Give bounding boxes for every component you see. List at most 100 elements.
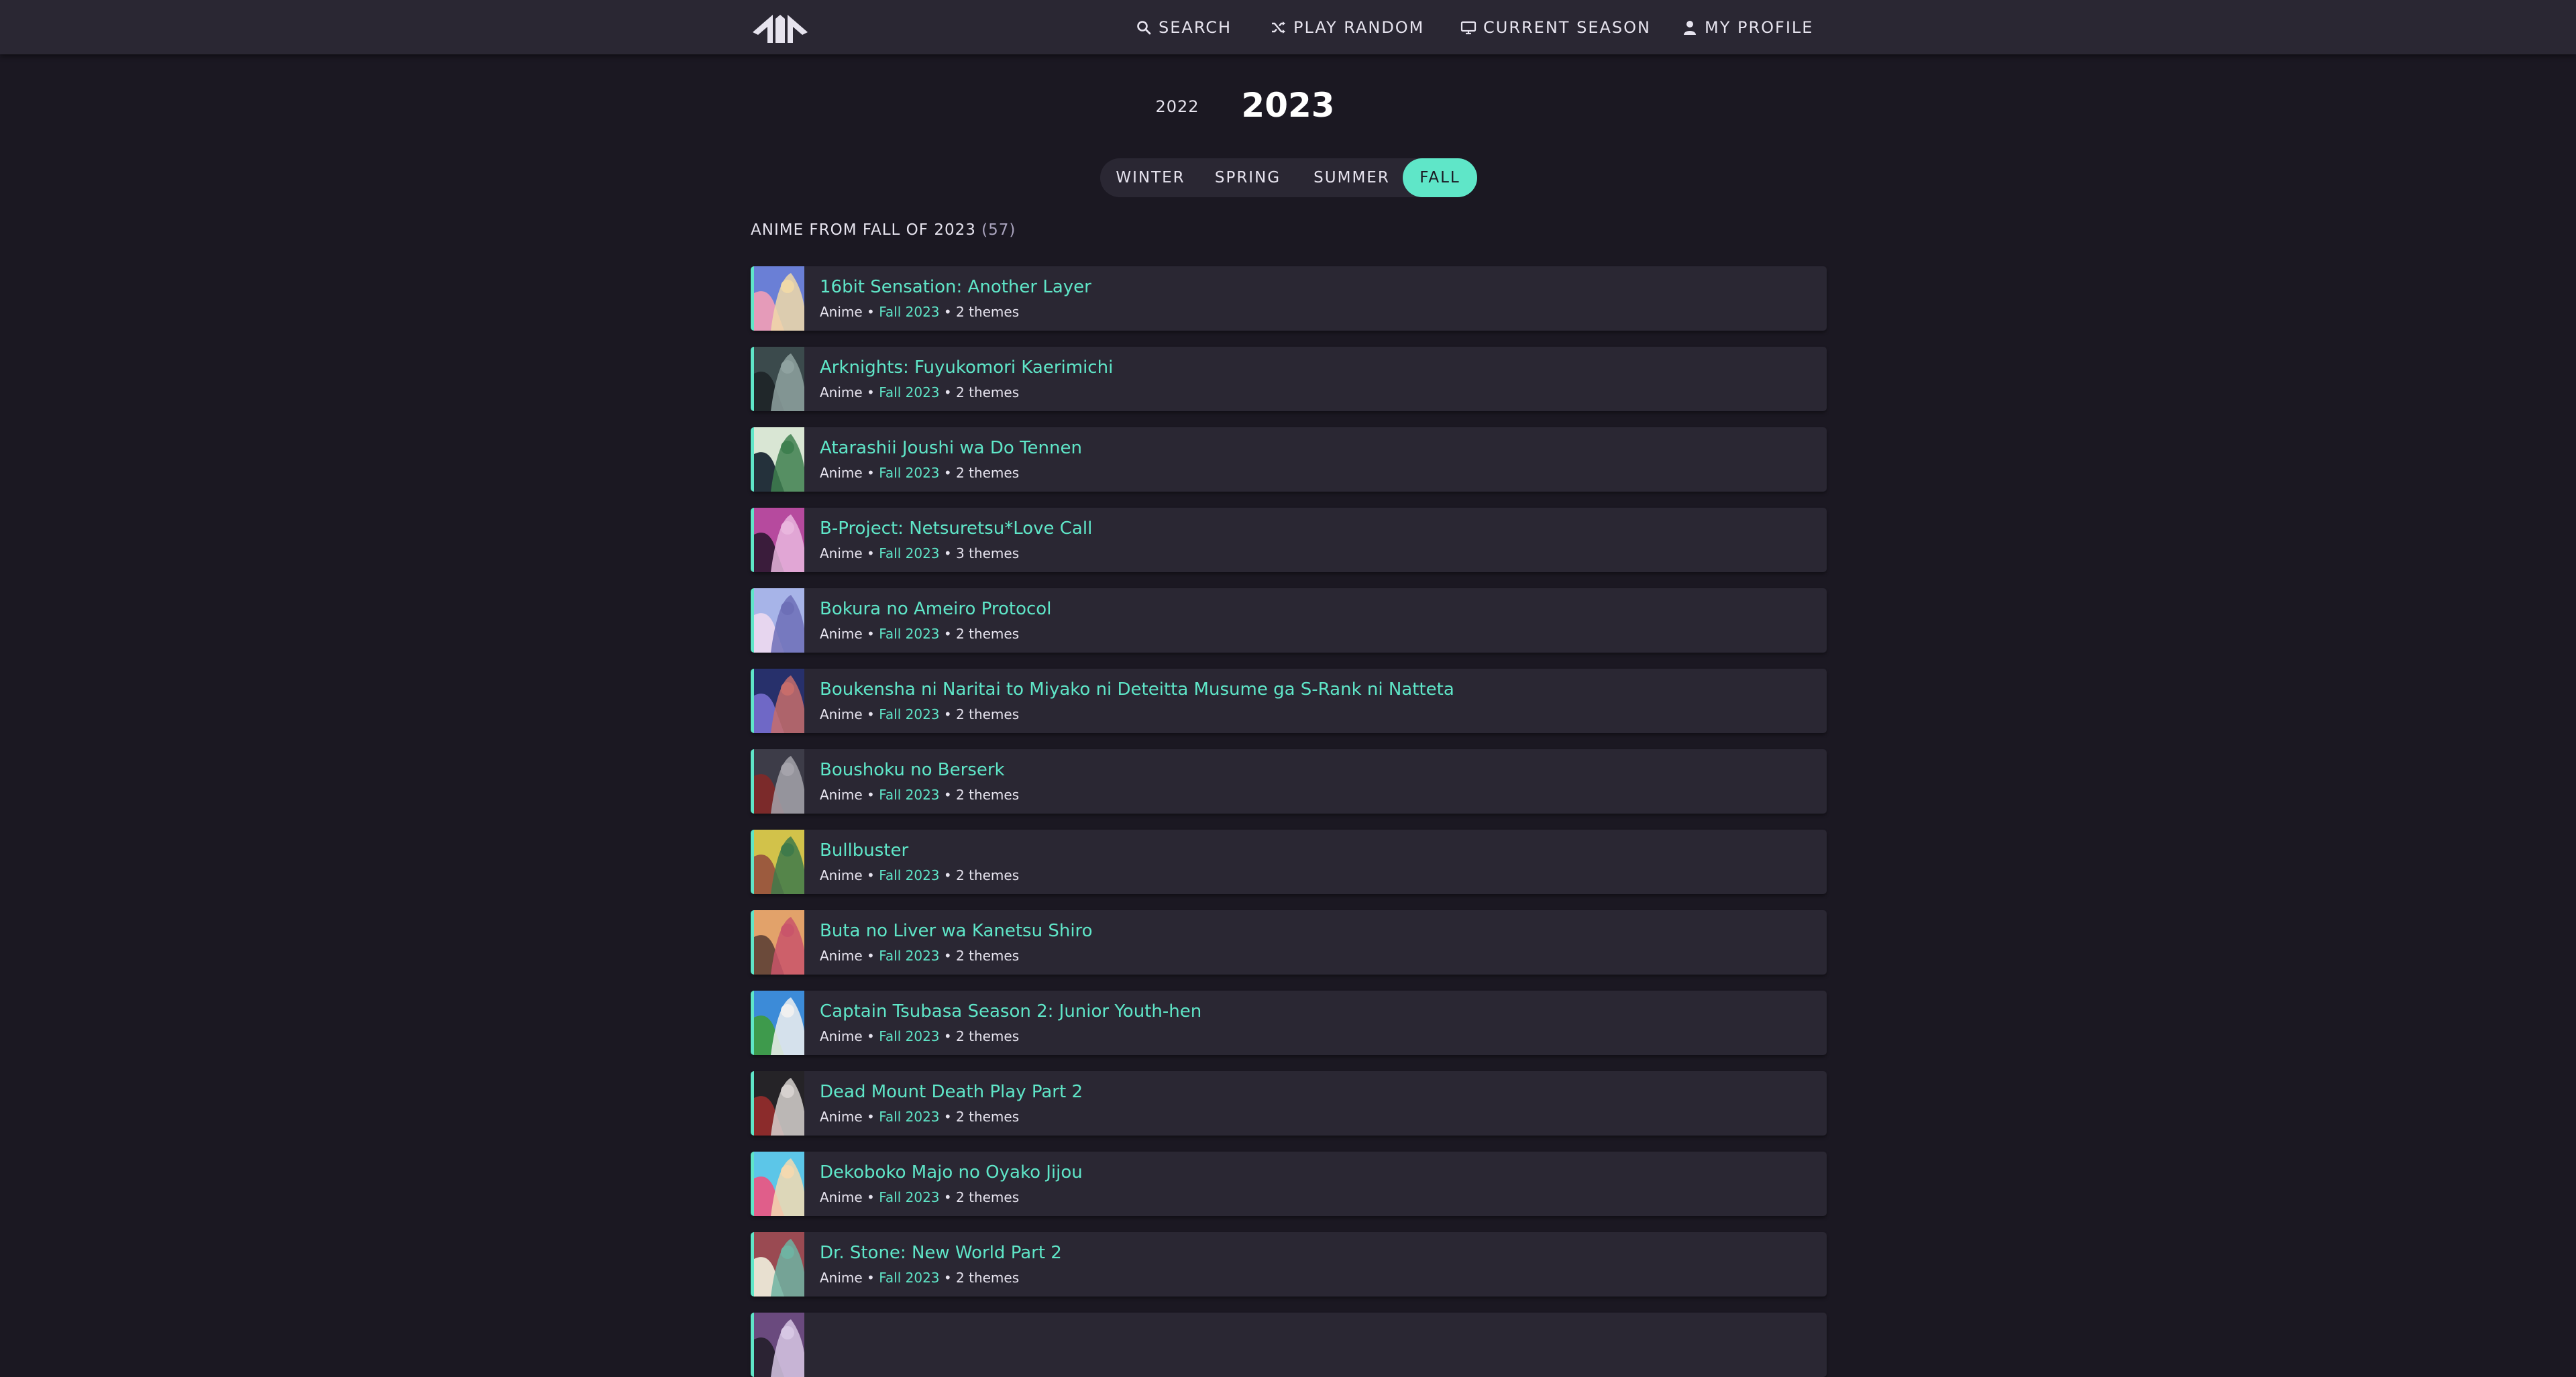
separator-dot: • <box>939 545 957 561</box>
anime-card[interactable]: Buta no Liver wa Kanetsu Shiro Anime • Fa… <box>751 910 1827 975</box>
anime-title-link[interactable]: Dr. Stone: New World Part 2 <box>820 1243 1062 1263</box>
anime-season-link[interactable]: Fall 2023 <box>879 626 939 642</box>
anime-theme-count: 2 themes <box>956 1028 1020 1044</box>
anime-title-link[interactable]: Buta no Liver wa Kanetsu Shiro <box>820 921 1093 941</box>
anime-type: Anime <box>820 1028 863 1044</box>
cover-thumbnail[interactable] <box>751 991 804 1055</box>
separator-dot: • <box>939 384 957 400</box>
separator-dot: • <box>862 626 879 642</box>
cover-thumbnail[interactable] <box>751 830 804 894</box>
separator-dot: • <box>939 948 957 964</box>
anime-meta: Anime • Fall 2023 • 2 themes <box>820 1270 1019 1286</box>
anime-theme-count: 2 themes <box>956 706 1020 722</box>
cover-thumbnail[interactable] <box>751 588 804 653</box>
anime-theme-count: 2 themes <box>956 1189 1020 1205</box>
anime-card[interactable]: Captain Tsubasa Season 2: Junior Youth-h… <box>751 991 1827 1055</box>
tab-spring[interactable]: SPRING <box>1201 158 1295 197</box>
cover-thumbnail[interactable] <box>751 749 804 814</box>
anime-card[interactable]: Dead Mount Death Play Part 2 Anime • Fall… <box>751 1071 1827 1136</box>
cover-thumbnail[interactable] <box>751 427 804 492</box>
anime-card[interactable]: B-Project: Netsuretsu*Love Call Anime • F… <box>751 508 1827 572</box>
anime-title-link[interactable]: Bokura no Ameiro Protocol <box>820 599 1051 619</box>
nav-current-season-label: CURRENT SEASON <box>1483 17 1651 37</box>
tab-fall[interactable]: FALL <box>1403 158 1477 197</box>
anime-meta: Anime • Fall 2023 • 2 themes <box>820 1189 1019 1205</box>
tab-winter[interactable]: WINTER <box>1107 158 1194 197</box>
animethemes-logo[interactable] <box>750 12 810 43</box>
anime-card[interactable]: Arknights: Fuyukomori Kaerimichi Anime • … <box>751 347 1827 411</box>
anime-meta: Anime • Fall 2023 • 2 themes <box>820 787 1019 803</box>
nav-my-profile-link[interactable]: MY PROFILE <box>1682 0 1813 54</box>
anime-title-link[interactable]: Boukensha ni Naritai to Miyako ni Deteit… <box>820 679 1454 700</box>
anime-meta: Anime • Fall 2023 • 2 themes <box>820 465 1019 481</box>
anime-meta: Anime • Fall 2023 • 2 themes <box>820 1028 1019 1044</box>
anime-type: Anime <box>820 304 863 320</box>
anime-theme-count: 2 themes <box>956 465 1020 481</box>
separator-dot: • <box>862 545 879 561</box>
anime-season-link[interactable]: Fall 2023 <box>879 1270 939 1286</box>
cover-thumbnail[interactable] <box>751 1071 804 1136</box>
anime-title-link[interactable]: Boushoku no Berserk <box>820 760 1005 780</box>
anime-card[interactable]: Dr. Stone: New World Part 2 Anime • Fall … <box>751 1232 1827 1297</box>
cover-thumbnail[interactable] <box>751 1152 804 1216</box>
anime-season-link[interactable]: Fall 2023 <box>879 706 939 722</box>
season-tab-group: WINTER SPRING SUMMER FALL <box>1100 158 1477 197</box>
anime-season-link[interactable]: Fall 2023 <box>879 1189 939 1205</box>
anime-title-link[interactable]: Dead Mount Death Play Part 2 <box>820 1082 1083 1102</box>
cover-thumbnail[interactable] <box>751 266 804 331</box>
anime-title-link[interactable]: 16bit Sensation: Another Layer <box>820 277 1091 297</box>
anime-season-link[interactable]: Fall 2023 <box>879 545 939 561</box>
anime-season-link[interactable]: Fall 2023 <box>879 384 939 400</box>
section-count: (57) <box>981 221 1016 239</box>
section-heading-text: ANIME FROM FALL OF 2023 <box>751 221 976 239</box>
nav-search-link[interactable]: SEARCH <box>1136 0 1232 54</box>
anime-season-link[interactable]: Fall 2023 <box>879 465 939 481</box>
anime-type: Anime <box>820 465 863 481</box>
tab-summer[interactable]: SUMMER <box>1301 158 1402 197</box>
cover-thumbnail[interactable] <box>751 508 804 572</box>
cover-thumbnail[interactable] <box>751 1313 804 1377</box>
cover-thumbnail[interactable] <box>751 347 804 411</box>
anime-card[interactable]: 16bit Sensation: Another Layer Anime • Fa… <box>751 266 1827 331</box>
anime-season-link[interactable]: Fall 2023 <box>879 867 939 883</box>
anime-meta: Anime • Fall 2023 • 3 themes <box>820 545 1019 561</box>
anime-title-link[interactable]: Dekoboko Majo no Oyako Jijou <box>820 1162 1083 1182</box>
section-heading: ANIME FROM FALL OF 2023 (57) <box>751 221 1016 239</box>
anime-card[interactable]: Atarashii Joushi wa Do Tennen Anime • Fal… <box>751 427 1827 492</box>
separator-dot: • <box>939 1189 957 1205</box>
anime-title-link[interactable]: Arknights: Fuyukomori Kaerimichi <box>820 357 1113 378</box>
cover-thumbnail[interactable] <box>751 910 804 975</box>
anime-card[interactable]: Boukensha ni Naritai to Miyako ni Deteit… <box>751 669 1827 733</box>
anime-card[interactable]: Bokura no Ameiro Protocol Anime • Fall 20… <box>751 588 1827 653</box>
anime-card[interactable]: Bullbuster Anime • Fall 2023 • 2 themes <box>751 830 1827 894</box>
anime-card[interactable]: Boushoku no Berserk Anime • Fall 2023 • 2… <box>751 749 1827 814</box>
anime-theme-count: 2 themes <box>956 626 1020 642</box>
anime-card[interactable]: Dekoboko Majo no Oyako Jijou Anime • Fall… <box>751 1152 1827 1216</box>
anime-meta: Anime • Fall 2023 • 2 themes <box>820 1109 1019 1125</box>
anime-theme-count: 2 themes <box>956 304 1020 320</box>
anime-title-link[interactable]: Captain Tsubasa Season 2: Junior Youth-h… <box>820 1001 1201 1022</box>
nav-current-season-link[interactable]: CURRENT SEASON <box>1460 0 1651 54</box>
separator-dot: • <box>939 867 957 883</box>
separator-dot: • <box>862 1028 879 1044</box>
separator-dot: • <box>862 706 879 722</box>
nav-play-random-link[interactable]: PLAY RANDOM <box>1271 0 1424 54</box>
cover-thumbnail[interactable] <box>751 669 804 733</box>
year-previous-link[interactable]: 2022 <box>1140 97 1214 124</box>
anime-season-link[interactable]: Fall 2023 <box>879 304 939 320</box>
anime-card[interactable] <box>751 1313 1827 1377</box>
anime-type: Anime <box>820 948 863 964</box>
anime-season-link[interactable]: Fall 2023 <box>879 1109 939 1125</box>
anime-theme-count: 2 themes <box>956 384 1020 400</box>
cover-thumbnail[interactable] <box>751 1232 804 1297</box>
anime-meta: Anime • Fall 2023 • 2 themes <box>820 867 1019 883</box>
anime-season-link[interactable]: Fall 2023 <box>879 1028 939 1044</box>
anime-season-link[interactable]: Fall 2023 <box>879 787 939 803</box>
anime-title-link[interactable]: Atarashii Joushi wa Do Tennen <box>820 438 1082 458</box>
separator-dot: • <box>862 384 879 400</box>
anime-title-link[interactable]: B-Project: Netsuretsu*Love Call <box>820 518 1092 539</box>
anime-theme-count: 3 themes <box>956 545 1020 561</box>
anime-season-link[interactable]: Fall 2023 <box>879 948 939 964</box>
anime-type: Anime <box>820 545 863 561</box>
anime-title-link[interactable]: Bullbuster <box>820 840 908 861</box>
